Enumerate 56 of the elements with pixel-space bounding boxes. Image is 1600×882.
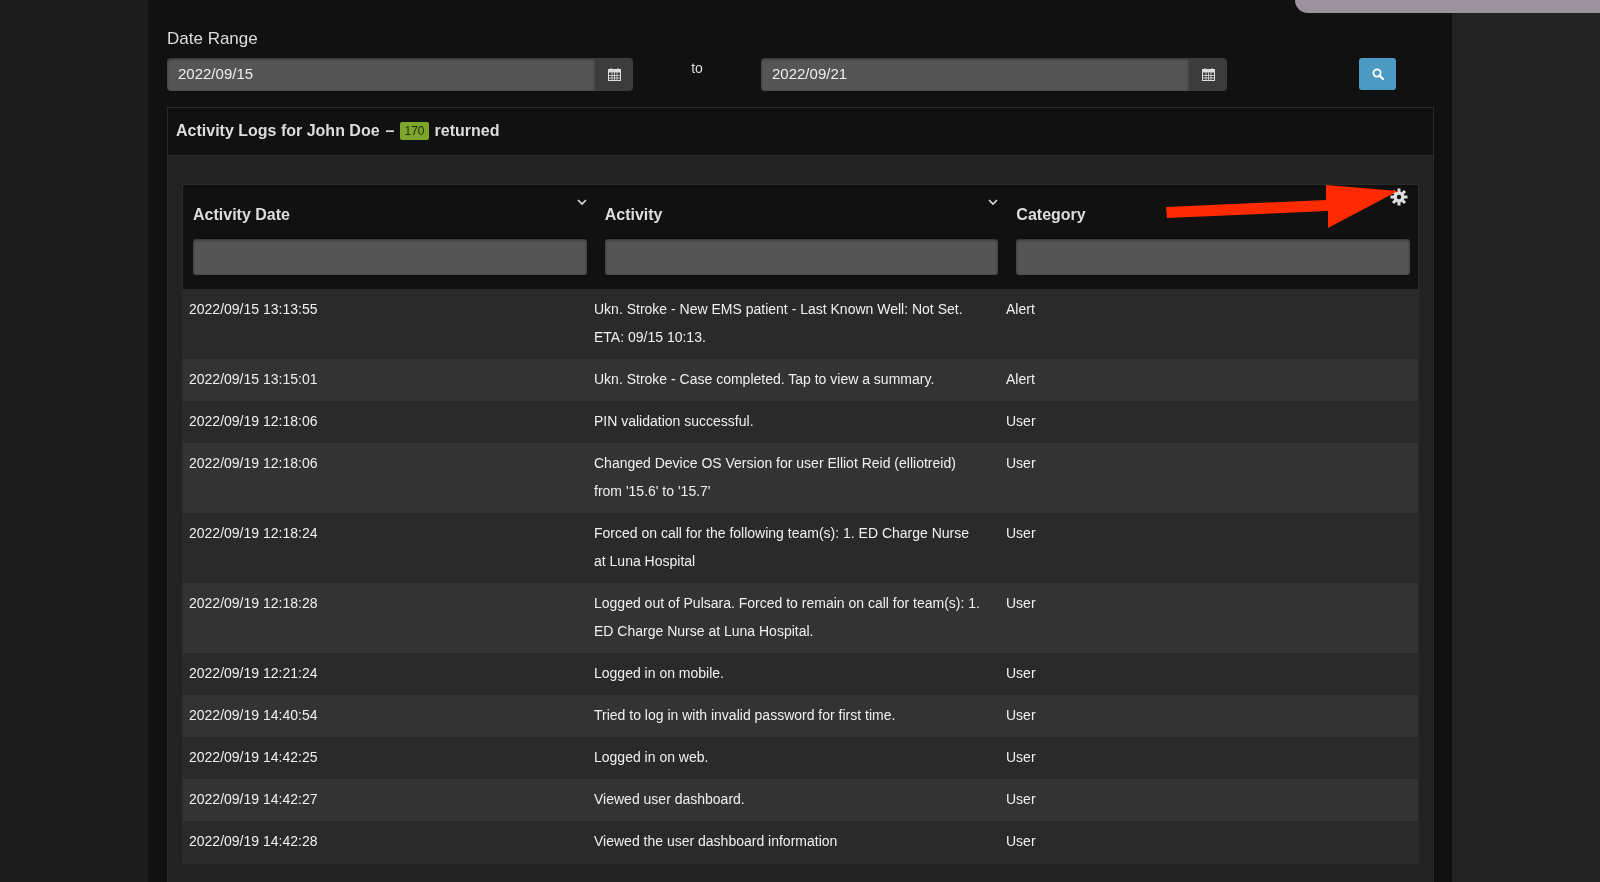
search-icon <box>1371 67 1384 80</box>
activity-cell: Logged in on web. <box>594 748 709 765</box>
activity-cell: Ukn. Stroke - Case completed. Tap to view a summary. <box>594 370 935 387</box>
category-cell: User <box>1006 832 1036 849</box>
calendar-button[interactable] <box>595 57 633 91</box>
calendar-icon <box>1201 67 1215 81</box>
category-cell: User <box>1006 664 1036 681</box>
activity-cell: PIN validation successful. <box>594 412 754 429</box>
column-header[interactable]: Category <box>1016 202 1086 227</box>
date-cell: 2022/09/19 14:40:54 <box>189 706 318 723</box>
dash-separator: – <box>385 121 395 141</box>
count-badge: 170 <box>400 122 429 140</box>
date-cell: 2022/09/19 12:18:06 <box>189 454 318 471</box>
category-cell: User <box>1006 748 1036 765</box>
category-cell: Alert <box>1006 300 1035 317</box>
date-cell: 2022/09/19 12:18:24 <box>189 524 318 541</box>
activity-cell: Logged in on mobile. <box>594 664 724 681</box>
chevron-down-icon[interactable] <box>988 198 999 206</box>
calendar-button[interactable] <box>1189 57 1227 91</box>
panel-title: Activity Logs for John Doe <box>176 121 380 141</box>
chevron-down-icon[interactable] <box>576 198 587 206</box>
date-cell: 2022/09/19 14:42:27 <box>189 790 318 807</box>
search-button[interactable] <box>1359 57 1396 90</box>
column-header[interactable]: Activity <box>604 202 663 227</box>
activity-cell: Changed Device OS Version for user Elliot Reid (elliotreid) from '15.6' to '15.7' <box>594 454 956 499</box>
activity-cell: Tried to log in with invalid password for first time. <box>594 706 896 723</box>
column-header[interactable]: Activity Date <box>193 202 290 227</box>
category-cell: User <box>1006 594 1036 611</box>
activity-cell: Ukn. Stroke - New EMS patient - Last Known Well: Not Set. ETA: 09/15 10:13. <box>594 300 963 345</box>
category-cell: Alert <box>1006 370 1035 387</box>
date-cell: 2022/09/15 13:13:55 <box>189 300 318 317</box>
calendar-icon <box>607 67 621 81</box>
column-filter-field[interactable] <box>193 238 587 275</box>
date-cell: 2022/09/19 12:18:28 <box>189 594 318 611</box>
date-cell: 2022/09/19 12:21:24 <box>189 664 318 681</box>
settings-icon[interactable] <box>1390 187 1408 206</box>
activity-cell: Forced on call for the following team(s): 1. ED Charge Nurse at Luna Hospital <box>594 524 970 569</box>
category-cell: User <box>1006 412 1036 429</box>
category-cell: User <box>1006 524 1036 541</box>
column-filter-field[interactable] <box>1016 238 1410 275</box>
date-cell: 2022/09/15 13:15:01 <box>189 370 318 387</box>
activity-cell: Logged out of Pulsara. Forced to remain on call for team(s): 1. ED Charge Nurse at Luna Hospital. <box>594 594 980 639</box>
date-cell: 2022/09/19 14:42:28 <box>189 832 318 849</box>
start-date-field[interactable]: 2022/09/15 <box>167 57 595 91</box>
to-label: to <box>690 58 704 78</box>
returned-label: returned <box>434 121 500 141</box>
date-range-label: Date Range <box>167 28 258 50</box>
end-date-field[interactable]: 2022/09/21 <box>761 57 1189 91</box>
date-cell: 2022/09/19 12:18:06 <box>189 412 318 429</box>
category-cell: User <box>1006 706 1036 723</box>
category-cell: User <box>1006 454 1036 471</box>
column-filter-field[interactable] <box>604 238 999 275</box>
activity-cell: Viewed the user dashboard information <box>594 832 838 849</box>
category-cell: User <box>1006 790 1036 807</box>
activity-cell: Viewed user dashboard. <box>594 790 745 807</box>
date-cell: 2022/09/19 14:42:25 <box>189 748 318 765</box>
